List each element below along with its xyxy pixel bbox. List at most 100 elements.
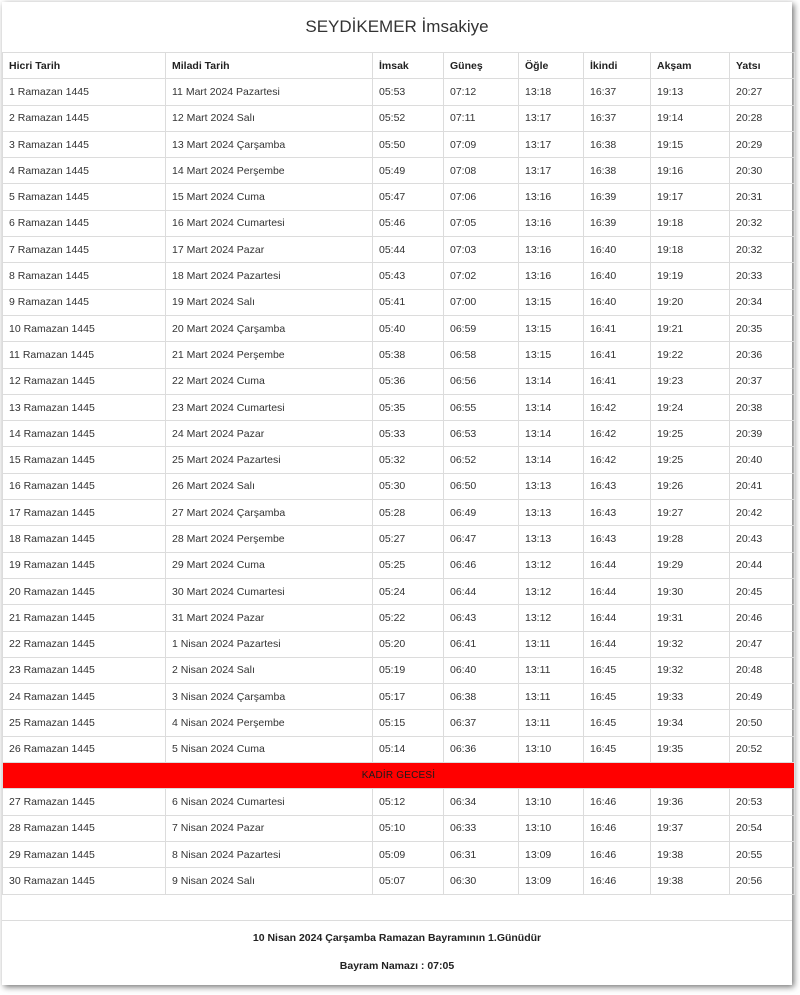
imsak-cell: 05:46 xyxy=(372,209,444,238)
hicri-date-cell: 11 Ramazan 1445 xyxy=(2,341,166,369)
yatsi-cell: 20:30 xyxy=(729,157,795,185)
bayram-info-text: 10 Nisan 2024 Çarşamba Ramazan Bayramını… xyxy=(252,932,542,944)
imsak-cell: 05:10 xyxy=(372,814,444,842)
miladi-date-cell: 14 Mart 2024 Perşembe xyxy=(165,157,373,185)
yatsi-cell: 20:53 xyxy=(729,788,795,816)
aksam-cell: 19:25 xyxy=(650,446,730,474)
aksam-cell: 19:20 xyxy=(650,288,730,316)
ogle-cell: 13:14 xyxy=(518,367,584,395)
imsak-cell: 05:09 xyxy=(372,840,444,869)
gunes-cell: 07:11 xyxy=(443,104,519,132)
gunes-cell: 06:49 xyxy=(443,499,519,527)
miladi-date-cell: 31 Mart 2024 Pazar xyxy=(165,604,373,632)
gunes-cell: 06:52 xyxy=(443,446,519,474)
ogle-cell: 13:16 xyxy=(518,183,584,211)
table-row: 23 Ramazan 1445 2 Nisan 2024 Salı 05:19 06:… xyxy=(2,656,795,685)
table-row: 25 Ramazan 1445 4 Nisan 2024 Perşembe 05:1… xyxy=(2,709,795,737)
gunes-cell: 06:37 xyxy=(443,709,519,737)
imsak-cell: 05:43 xyxy=(372,262,444,290)
ogle-cell: 13:16 xyxy=(518,209,584,238)
aksam-cell: 19:26 xyxy=(650,472,730,501)
table-row: 21 Ramazan 1445 31 Mart 2024 Pazar 05:22 06… xyxy=(2,604,795,632)
yatsi-cell: 20:35 xyxy=(729,314,795,343)
miladi-date-cell: 3 Nisan 2024 Çarşamba xyxy=(165,683,373,711)
page-title: SEYDİKEMER İmsakiye xyxy=(305,17,489,36)
miladi-date-cell: 4 Nisan 2024 Perşembe xyxy=(165,709,373,737)
miladi-date-cell: 24 Mart 2024 Pazar xyxy=(165,420,373,448)
yatsi-cell: 20:31 xyxy=(729,183,795,211)
gunes-cell: 06:34 xyxy=(443,788,519,816)
miladi-tarih-header: Miladi Tarih xyxy=(165,51,373,80)
ogle-cell: 13:09 xyxy=(518,867,584,895)
aksam-cell: 19:32 xyxy=(650,656,730,685)
yatsi-cell: 20:45 xyxy=(729,577,795,606)
table-row: 28 Ramazan 1445 7 Nisan 2024 Pazar 05:10 06… xyxy=(2,814,795,842)
hicri-date-cell: 29 Ramazan 1445 xyxy=(2,840,166,869)
ikindi-cell: 16:37 xyxy=(583,104,651,132)
gunes-cell: 06:58 xyxy=(443,341,519,369)
miladi-date-cell: 16 Mart 2024 Cumartesi xyxy=(165,209,373,238)
ikindi-cell: 16:44 xyxy=(583,630,651,658)
imsak-cell: 05:22 xyxy=(372,604,444,632)
yatsi-cell: 20:36 xyxy=(729,341,795,369)
miladi-date-cell: 23 Mart 2024 Cumartesi xyxy=(165,393,373,422)
ogle-cell: 13:09 xyxy=(518,840,584,869)
imsak-cell: 05:30 xyxy=(372,472,444,501)
ikindi-cell: 16:39 xyxy=(583,183,651,211)
hicri-date-cell: 9 Ramazan 1445 xyxy=(2,288,166,316)
table-row: 29 Ramazan 1445 8 Nisan 2024 Pazartesi 05:… xyxy=(2,840,795,869)
ikindi-cell: 16:45 xyxy=(583,735,651,764)
table-row: 13 Ramazan 1445 23 Mart 2024 Cumartesi 05:… xyxy=(2,393,795,422)
ogle-cell: 13:11 xyxy=(518,709,584,737)
table-body: 1 Ramazan 1445 11 Mart 2024 Pazartesi 05:5… xyxy=(2,78,795,895)
hicri-date-cell: 28 Ramazan 1445 xyxy=(2,814,166,842)
gunes-cell: 06:41 xyxy=(443,630,519,658)
table-row: 12 Ramazan 1445 22 Mart 2024 Cuma 05:36 06:… xyxy=(2,367,795,395)
ikindi-cell: 16:37 xyxy=(583,78,651,106)
ikindi-cell: 16:39 xyxy=(583,209,651,238)
imsak-cell: 05:27 xyxy=(372,525,444,553)
table-row: 8 Ramazan 1445 18 Mart 2024 Pazartesi 05:4… xyxy=(2,262,795,290)
table-row: 11 Ramazan 1445 21 Mart 2024 Perşembe 05:3… xyxy=(2,341,795,369)
ikindi-cell: 16:46 xyxy=(583,788,651,816)
imsak-cell: 05:32 xyxy=(372,446,444,474)
hicri-date-cell: 15 Ramazan 1445 xyxy=(2,446,166,474)
gunes-cell: 07:12 xyxy=(443,78,519,106)
ogle-cell: 13:16 xyxy=(518,262,584,290)
kadir-gecesi-row: KADİR GECESİ xyxy=(2,762,795,790)
miladi-date-cell: 6 Nisan 2024 Cumartesi xyxy=(165,788,373,816)
imsak-cell: 05:25 xyxy=(372,551,444,579)
aksam-cell: 19:23 xyxy=(650,367,730,395)
yatsi-cell: 20:56 xyxy=(729,867,795,895)
imsak-cell: 05:20 xyxy=(372,630,444,658)
aksam-cell: 19:36 xyxy=(650,788,730,816)
gunes-cell: 07:05 xyxy=(443,209,519,238)
aksam-cell: 19:16 xyxy=(650,157,730,185)
yatsi-cell: 20:55 xyxy=(729,840,795,869)
hicri-date-cell: 5 Ramazan 1445 xyxy=(2,183,166,211)
yatsi-cell: 20:49 xyxy=(729,683,795,711)
yatsi-cell: 20:34 xyxy=(729,288,795,316)
gunes-cell: 06:46 xyxy=(443,551,519,579)
imsak-cell: 05:35 xyxy=(372,393,444,422)
table-row: 17 Ramazan 1445 27 Mart 2024 Çarşamba 05:2… xyxy=(2,499,795,527)
hicri-date-cell: 10 Ramazan 1445 xyxy=(2,314,166,343)
yatsi-cell: 20:43 xyxy=(729,525,795,553)
yatsi-cell: 20:42 xyxy=(729,499,795,527)
gunes-header: Güneş xyxy=(443,51,519,80)
gunes-cell: 06:53 xyxy=(443,420,519,448)
table-row: 30 Ramazan 1445 9 Nisan 2024 Salı 05:07 06:… xyxy=(2,867,795,895)
table-row: 27 Ramazan 1445 6 Nisan 2024 Cumartesi 05:… xyxy=(2,788,795,816)
yatsi-cell: 20:37 xyxy=(729,367,795,395)
hicri-date-cell: 23 Ramazan 1445 xyxy=(2,656,166,685)
gunes-cell: 06:56 xyxy=(443,367,519,395)
ogle-cell: 13:15 xyxy=(518,341,584,369)
aksam-cell: 19:29 xyxy=(650,551,730,579)
ikindi-cell: 16:46 xyxy=(583,867,651,895)
hicri-date-cell: 1 Ramazan 1445 xyxy=(2,78,166,106)
hicri-date-cell: 13 Ramazan 1445 xyxy=(2,393,166,422)
yatsi-cell: 20:38 xyxy=(729,393,795,422)
yatsi-cell: 20:27 xyxy=(729,78,795,106)
ikindi-cell: 16:42 xyxy=(583,393,651,422)
yatsi-cell: 20:29 xyxy=(729,130,795,159)
